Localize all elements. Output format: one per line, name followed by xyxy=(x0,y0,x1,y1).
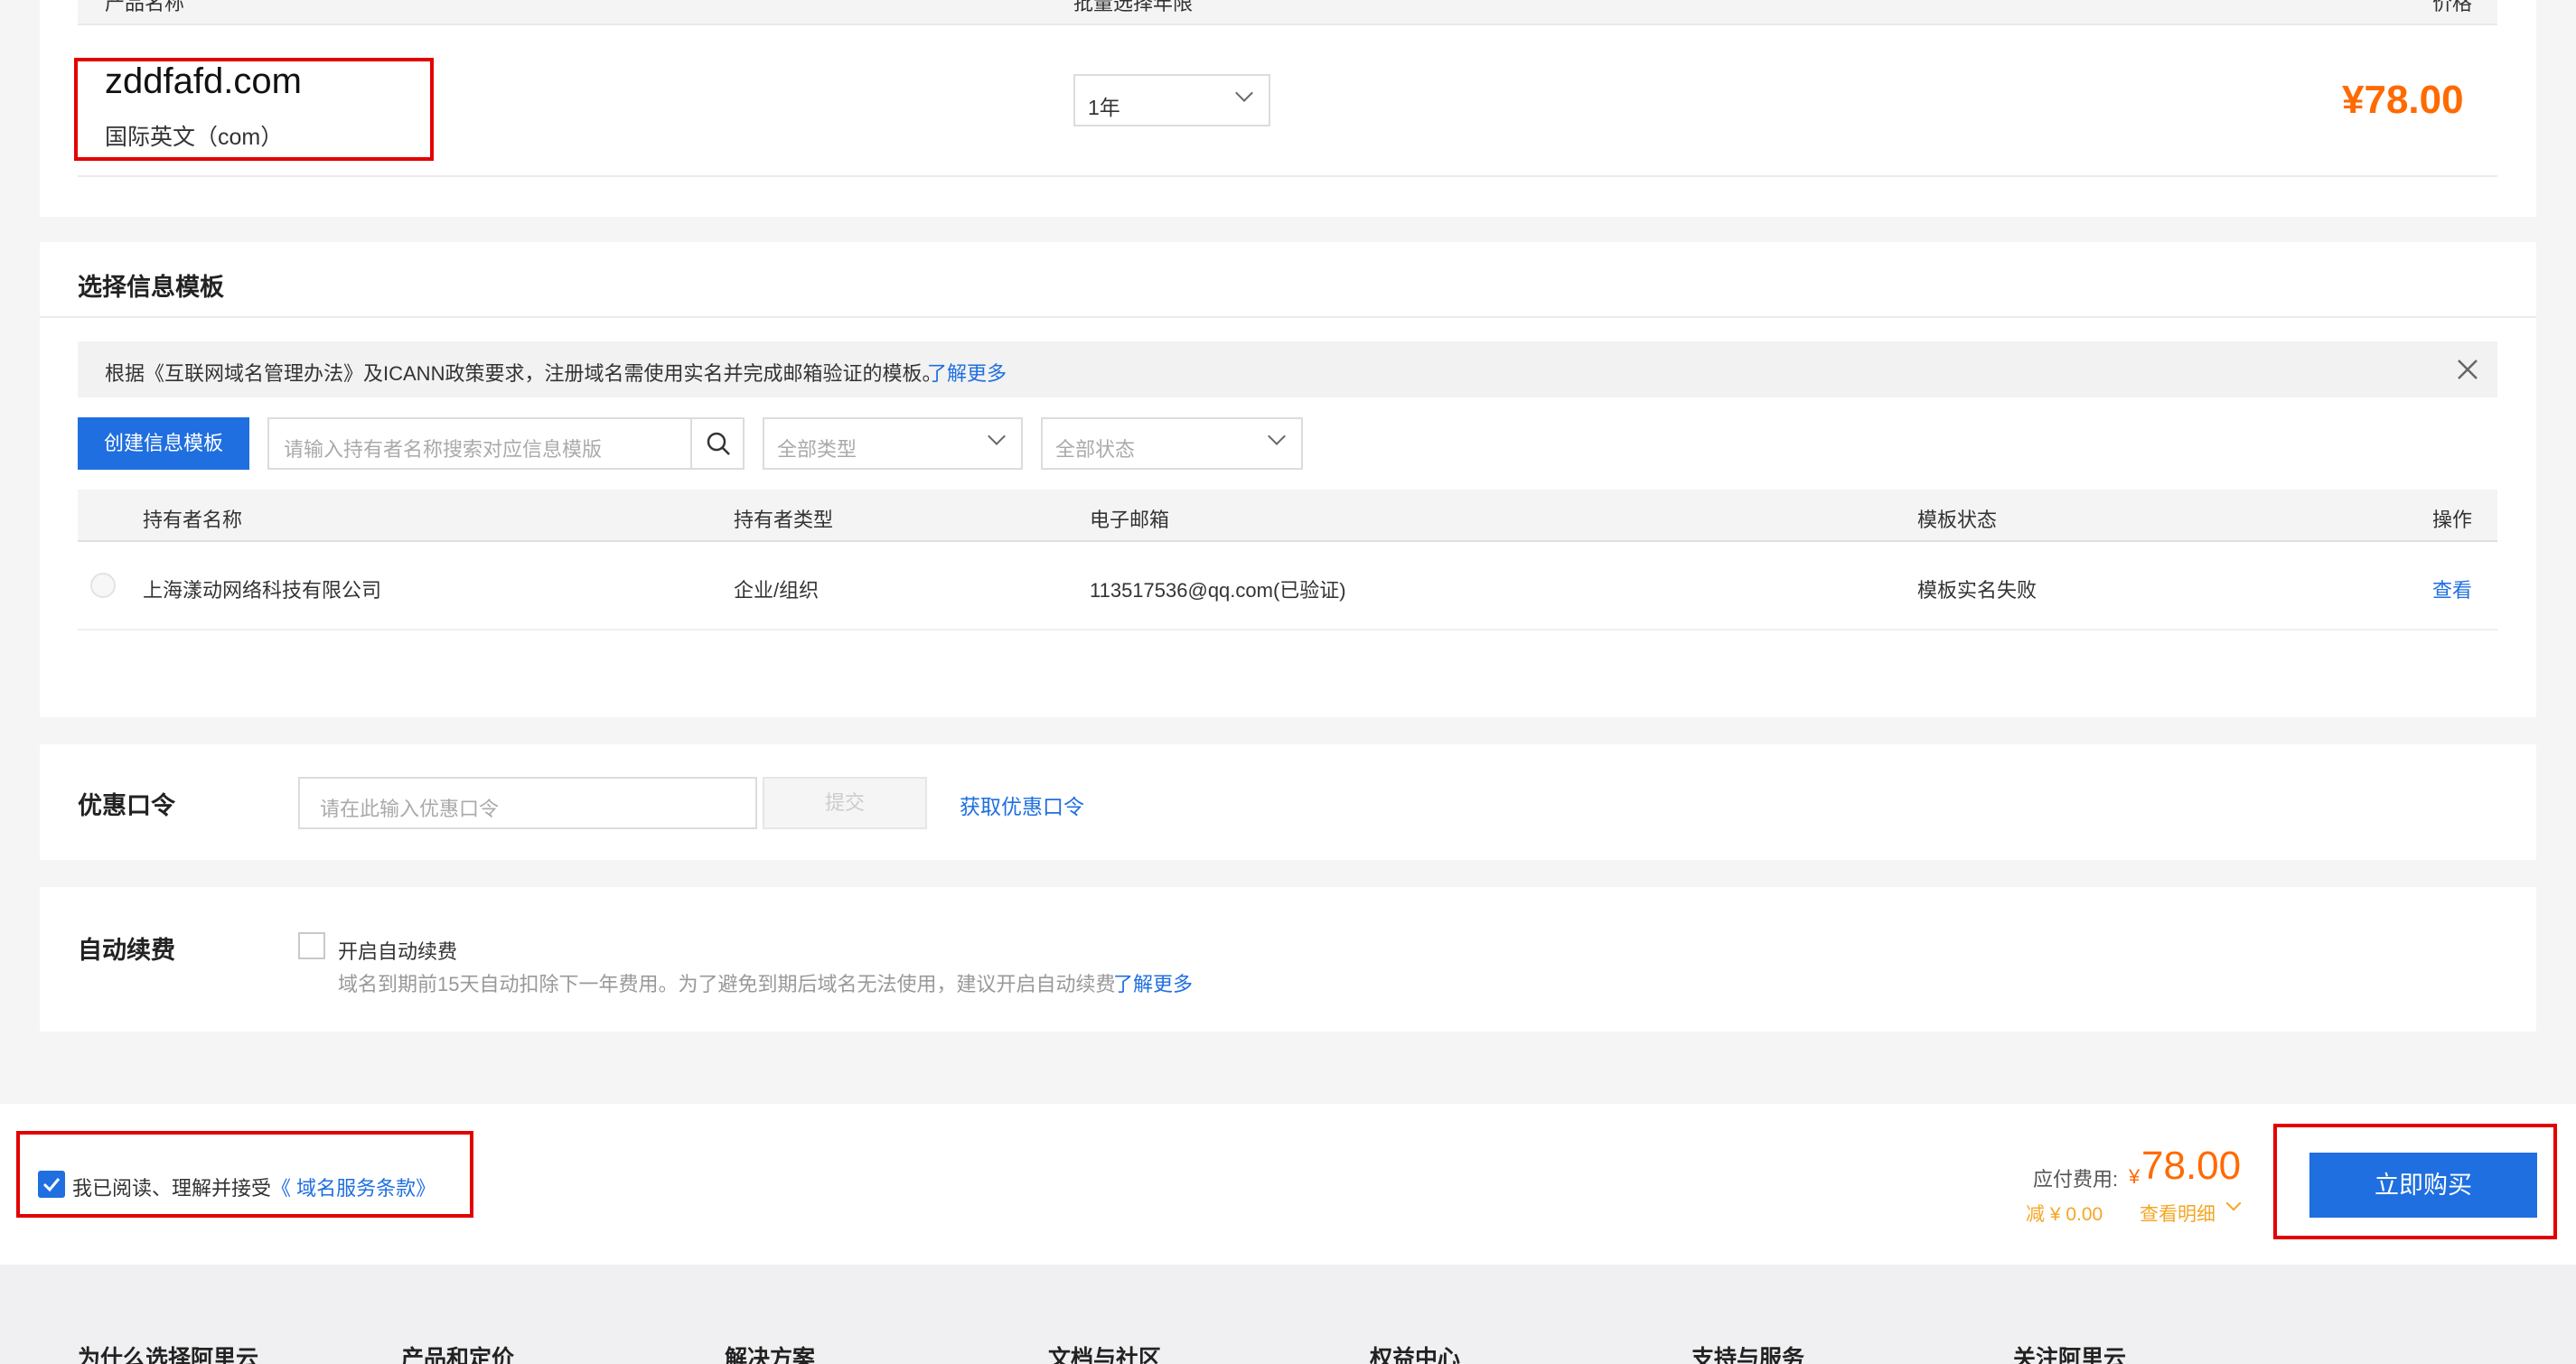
close-icon[interactable] xyxy=(2454,356,2481,383)
th-action: 操作 xyxy=(2432,509,2473,531)
row-view-link[interactable]: 查看 xyxy=(2432,575,2472,603)
col-price: 价格 xyxy=(2432,0,2473,14)
th-holder-type: 持有者类型 xyxy=(734,509,834,531)
coupon-submit-button[interactable]: 提交 xyxy=(763,777,927,829)
holder-search-input[interactable]: 请输入持有者名称搜索对应信息模版 xyxy=(267,417,692,470)
holder-type-select-value: 全部类型 xyxy=(777,438,857,461)
col-product-name: 产品名称 xyxy=(105,0,185,14)
footer-link-why-aliyun[interactable]: 为什么选择阿里云 xyxy=(78,1341,258,1364)
footer-link-benefits[interactable]: 权益中心 xyxy=(1370,1341,1460,1364)
auto-renew-label: 自动续费 xyxy=(78,937,175,964)
domain-highlight-box xyxy=(74,58,434,161)
chevron-down-icon xyxy=(1235,84,1253,102)
row-email: 113517536@qq.com(已验证) xyxy=(1090,579,1346,602)
coupon-placeholder: 请在此输入优惠口令 xyxy=(320,798,500,820)
row-radio[interactable] xyxy=(90,573,116,598)
search-button[interactable] xyxy=(690,417,745,470)
row-status: 模板实名失败 xyxy=(1917,579,2037,602)
coupon-label: 优惠口令 xyxy=(78,792,175,819)
period-select-value: 1年 xyxy=(1088,96,1120,119)
divider xyxy=(78,175,2497,177)
discount-amount: 减 ¥ 0.00 xyxy=(2026,1204,2103,1225)
policy-learn-more-link[interactable]: 了解更多 xyxy=(927,358,1007,387)
row-holder-type: 企业/组织 xyxy=(734,579,820,602)
template-card xyxy=(40,242,2536,717)
policy-notice: 根据《互联网域名管理办法》及ICANN政策要求，注册域名需使用实名并完成邮箱验证… xyxy=(78,341,2497,397)
template-status-select-value: 全部状态 xyxy=(1055,438,1136,461)
footer-link-follow[interactable]: 关注阿里云 xyxy=(2013,1341,2126,1364)
fee-currency: ¥ xyxy=(2129,1165,2140,1188)
coupon-input[interactable]: 请在此输入优惠口令 xyxy=(298,777,757,829)
footer-link-products[interactable]: 产品和定价 xyxy=(401,1341,514,1364)
col-period: 批量选择年限 xyxy=(1073,0,1194,14)
footer-link-solutions[interactable]: 解决方案 xyxy=(725,1341,815,1364)
holder-type-select[interactable]: 全部类型 xyxy=(763,417,1023,470)
th-holder: 持有者名称 xyxy=(143,509,243,531)
auto-renew-checkbox-label: 开启自动续费 xyxy=(338,940,458,963)
th-status: 模板状态 xyxy=(1917,509,1998,531)
get-coupon-link[interactable]: 获取优惠口令 xyxy=(960,789,1084,820)
auto-renew-checkbox[interactable] xyxy=(298,932,325,959)
create-template-button[interactable]: 创建信息模板 xyxy=(78,417,249,470)
chevron-down-icon xyxy=(988,427,1006,445)
site-footer xyxy=(0,1265,2576,1364)
template-table-header xyxy=(78,490,2497,542)
agree-highlight-box xyxy=(16,1131,473,1218)
product-price: ¥78.00 xyxy=(2342,78,2464,122)
footer-link-docs[interactable]: 文档与社区 xyxy=(1048,1341,1161,1364)
fee-label: 应付费用: xyxy=(2033,1168,2119,1191)
footer-link-support[interactable]: 支持与服务 xyxy=(1691,1341,1804,1364)
buy-highlight-box xyxy=(2273,1124,2557,1239)
chevron-down-icon xyxy=(1268,427,1286,445)
product-table-header xyxy=(78,0,2497,25)
template-status-select[interactable]: 全部状态 xyxy=(1041,417,1303,470)
fee-amount: 78.00 xyxy=(2141,1144,2242,1188)
policy-notice-text: 根据《互联网域名管理办法》及ICANN政策要求，注册域名需使用实名并完成邮箱验证… xyxy=(105,362,942,385)
period-select[interactable]: 1年 xyxy=(1073,74,1270,126)
search-icon xyxy=(705,430,732,457)
divider xyxy=(40,316,2536,318)
template-section-title: 选择信息模板 xyxy=(78,274,224,301)
th-email: 电子邮箱 xyxy=(1090,509,1170,531)
auto-renew-learn-more-link[interactable]: 了解更多 xyxy=(1113,968,1193,997)
view-detail-link[interactable]: 查看明细 xyxy=(2140,1200,2215,1227)
holder-search-placeholder: 请输入持有者名称搜索对应信息模版 xyxy=(284,438,603,461)
auto-renew-hint: 域名到期前15天自动扣除下一年费用。为了避免到期后域名无法使用，建议开启自动续费 xyxy=(338,973,1116,995)
row-holder: 上海漾动网络科技有限公司 xyxy=(143,579,382,602)
